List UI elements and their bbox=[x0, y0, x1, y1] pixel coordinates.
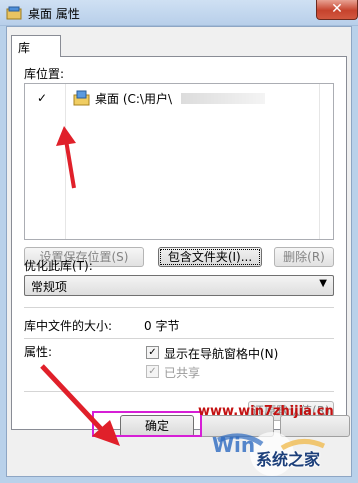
window-title: 桌面 属性 bbox=[28, 7, 80, 21]
default-save-check: ✓ bbox=[37, 91, 48, 105]
show-in-nav-checkbox[interactable]: ✓ bbox=[146, 346, 159, 359]
watermark-url: www.win7zhijia.cn bbox=[198, 404, 334, 419]
library-size-label: 库中文件的大小: bbox=[24, 319, 113, 333]
include-folder-button[interactable]: 包含文件夹(I)... bbox=[158, 247, 262, 267]
attributes-label: 属性: bbox=[24, 345, 53, 359]
desktop-folder-icon bbox=[73, 90, 90, 106]
optimize-label: 优化此库(T): bbox=[24, 259, 93, 273]
divider bbox=[24, 338, 334, 339]
remove-button[interactable]: 删除(R) bbox=[274, 247, 334, 267]
shared-label: 已共享 bbox=[164, 366, 201, 380]
library-size-value: 0 字节 bbox=[144, 319, 180, 333]
brand-name: 系统之家 bbox=[256, 450, 321, 469]
optimize-dropdown[interactable]: 常规项 ▼ bbox=[24, 275, 334, 296]
library-locations-label: 库位置: bbox=[24, 67, 65, 81]
annotation-arrow-icon bbox=[56, 126, 76, 189]
shared-checkbox: ✓ bbox=[146, 365, 159, 378]
close-button[interactable]: ✕ bbox=[316, 0, 358, 20]
optimize-value: 常规项 bbox=[31, 280, 68, 294]
tab-library[interactable]: 库 bbox=[11, 35, 61, 57]
show-in-nav-label[interactable]: 显示在导航窗格中(N) bbox=[164, 345, 278, 362]
divider bbox=[24, 307, 334, 308]
dropdown-arrow-icon: ▼ bbox=[319, 278, 327, 289]
library-icon bbox=[6, 6, 22, 20]
library-item-name: 桌面 (C:\用户\ bbox=[95, 92, 173, 106]
annotation-arrow-icon bbox=[40, 364, 120, 446]
column-divider bbox=[319, 84, 320, 239]
blurred-path bbox=[181, 93, 265, 104]
title-bar: 桌面 属性 ✕ bbox=[0, 0, 358, 26]
brand-logo-text: Win bbox=[212, 433, 255, 457]
